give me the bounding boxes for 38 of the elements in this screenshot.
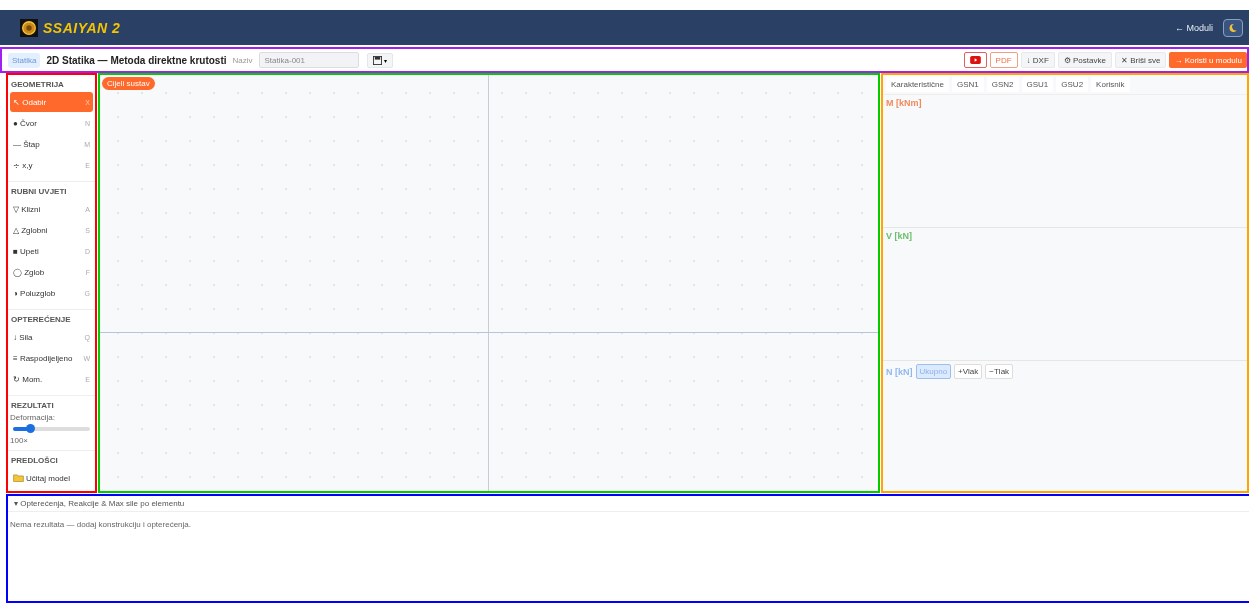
logo-icon bbox=[20, 18, 38, 37]
diagram-label: N [kN] bbox=[886, 366, 913, 377]
toolbar-button[interactable]: ⚙ Postavke bbox=[1057, 52, 1112, 68]
section-heading: RUBNI UVJETI bbox=[10, 186, 68, 198]
play-icon bbox=[969, 56, 981, 64]
diagram-label: V [kN] bbox=[886, 231, 912, 241]
name-label: Naziv bbox=[232, 55, 253, 65]
page-title: 2D Statika — Metoda direktne krutosti bbox=[46, 54, 227, 66]
deformation-slider[interactable] bbox=[13, 427, 90, 431]
combination-tab[interactable]: GSU1 bbox=[1021, 77, 1054, 92]
combination-tab[interactable]: Karakteristične bbox=[886, 77, 949, 92]
section-heading: OPTEREĆENJE bbox=[10, 314, 72, 326]
combination-tab[interactable]: GSU2 bbox=[1056, 77, 1089, 92]
results-header[interactable]: ▾ Opterećenja, Reakcije & Max sile po elementu bbox=[8, 496, 1249, 512]
toolbar-button[interactable]: ↓ DXF bbox=[1020, 52, 1055, 68]
empty-message: Nema rezultata — dodaj konstrukciju i opterećenja. bbox=[9, 519, 192, 531]
theme-toggle-button[interactable] bbox=[1223, 18, 1243, 37]
floppy-icon bbox=[372, 55, 382, 65]
load-model-button[interactable]: Učitaj model bbox=[10, 468, 93, 488]
force-toggle[interactable]: −Tlak bbox=[985, 364, 1014, 379]
video-button[interactable] bbox=[963, 52, 987, 68]
folder-icon bbox=[13, 474, 24, 482]
section-heading: PREDLOŠCI bbox=[10, 455, 59, 467]
combination-tab[interactable]: GSN1 bbox=[951, 77, 984, 92]
diagram-label: M [kNm] bbox=[886, 98, 922, 108]
toolbar-button[interactable]: ✕ Briši sve bbox=[1114, 52, 1167, 68]
combination-tab[interactable]: Korisnik bbox=[1091, 77, 1130, 92]
module-tag: Statika bbox=[8, 52, 41, 68]
section-heading: GEOMETRIJA bbox=[10, 79, 65, 91]
section-heading: REZULTATI bbox=[10, 400, 55, 412]
force-toggle[interactable]: +Vlak bbox=[954, 364, 983, 379]
modules-link[interactable]: ← Moduli bbox=[1175, 22, 1213, 33]
slider-thumb[interactable] bbox=[25, 424, 35, 433]
brand-name: SSAIYAN 2 bbox=[43, 19, 121, 36]
combination-tab[interactable]: GSN2 bbox=[986, 77, 1019, 92]
deformation-value: 100× bbox=[10, 436, 30, 445]
deformation-label: Deformacija: bbox=[10, 413, 56, 422]
moon-icon bbox=[1228, 22, 1238, 33]
